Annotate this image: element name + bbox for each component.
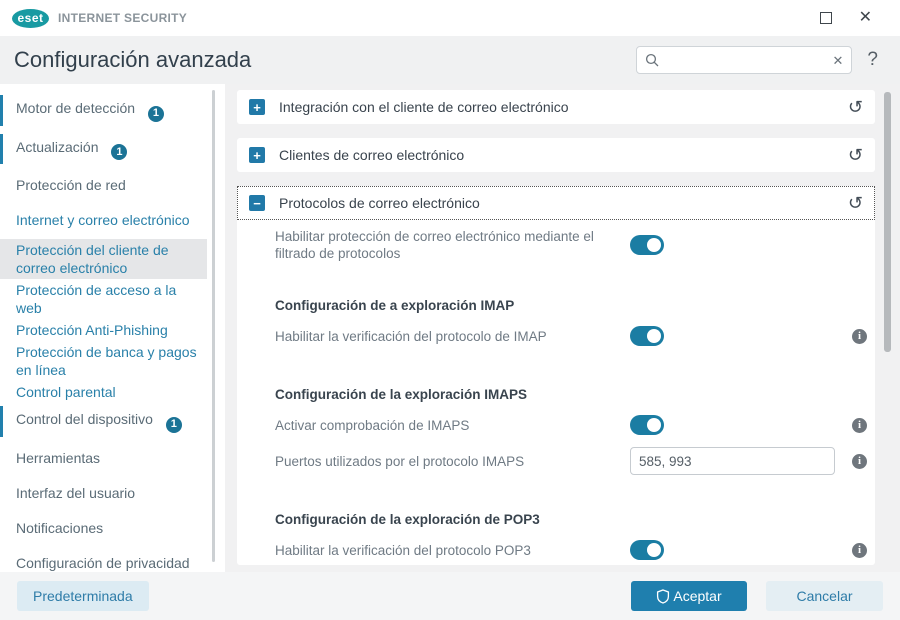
setting-row: Habilitar la verificación del protocolo … xyxy=(275,535,867,565)
sidebar-item-label: Protección Anti-Phishing xyxy=(16,322,168,338)
shield-icon xyxy=(657,588,670,604)
sidebar-item[interactable]: Interfaz del usuario xyxy=(0,477,207,510)
info-icon[interactable]: i xyxy=(852,453,867,469)
eset-logo: eset xyxy=(12,8,49,28)
maximize-icon[interactable] xyxy=(819,12,832,24)
revert-icon[interactable]: ↺ xyxy=(848,194,863,212)
sidebar-item-label: Control parental xyxy=(16,384,116,400)
settings-section: + Clientes de correo electrónico ↺ xyxy=(237,138,875,172)
info-icon[interactable]: i xyxy=(852,542,867,558)
toggle-switch[interactable] xyxy=(630,540,664,560)
section-body: Habilitar protección de correo electróni… xyxy=(237,228,875,565)
sidebar-item-label: Interfaz del usuario xyxy=(16,484,136,501)
sidebar-item-label: Control del dispositivo xyxy=(16,411,153,427)
info-icon[interactable]: i xyxy=(852,417,867,433)
subsection-header: Configuración de a exploración IMAP xyxy=(275,298,515,313)
attention-bar-icon xyxy=(0,95,3,126)
help-icon[interactable]: ? xyxy=(867,49,878,71)
default-button[interactable]: Predeterminada xyxy=(17,581,149,611)
subsection-header: Configuración de la exploración de POP3 xyxy=(275,512,540,527)
sidebar-nav: Motor de detección 1 Actualización 1 Pro… xyxy=(0,92,225,580)
sidebar-item[interactable]: Protección del cliente de correo electró… xyxy=(0,239,207,279)
sidebar: Motor de detección 1 Actualización 1 Pro… xyxy=(0,84,225,572)
sidebar-item-badge: 1 xyxy=(165,416,182,433)
section-header[interactable]: + Clientes de correo electrónico ↺ xyxy=(237,138,875,172)
sidebar-item[interactable]: Protección de banca y pagos en línea xyxy=(0,341,207,381)
section-title: Integración con el cliente de correo ele… xyxy=(279,99,569,115)
content-scrollbar[interactable] xyxy=(884,92,891,352)
sidebar-item[interactable]: Control parental xyxy=(0,381,207,403)
accept-button-label: Aceptar xyxy=(673,588,722,604)
search-input[interactable] xyxy=(665,51,827,69)
sidebar-item-label: Motor de detección xyxy=(16,100,136,116)
sidebar-item-label: Protección de acceso a la web xyxy=(16,282,177,316)
setting-label: Habilitar la verificación del protocolo … xyxy=(275,328,547,344)
sidebar-item[interactable]: Control del dispositivo 1 xyxy=(0,403,207,440)
accept-button[interactable]: Aceptar xyxy=(631,581,747,611)
toggle-switch[interactable] xyxy=(630,415,664,435)
sidebar-item[interactable]: Actualización 1 xyxy=(0,131,207,168)
settings-section: + Integración con el cliente de correo e… xyxy=(237,90,875,124)
sidebar-item-label: Protección de red xyxy=(16,177,126,193)
clear-search-icon[interactable]: ✕ xyxy=(833,54,844,67)
revert-icon[interactable]: ↺ xyxy=(848,146,863,164)
attention-bar-icon xyxy=(0,133,3,164)
sidebar-item-label: Notificaciones xyxy=(16,519,104,536)
sidebar-item[interactable]: Internet y correo electrónico xyxy=(0,204,207,237)
search-box[interactable]: ✕ xyxy=(636,46,853,74)
attention-bar-icon xyxy=(0,406,3,437)
section-title: Protocolos de correo electrónico xyxy=(279,195,480,211)
toggle-switch[interactable] xyxy=(630,235,664,255)
setting-label: Puertos utilizados por el protocolo IMAP… xyxy=(275,453,525,469)
sidebar-item[interactable]: Notificaciones xyxy=(0,512,207,545)
expand-collapse-icon[interactable]: + xyxy=(249,147,265,163)
setting-label: Habilitar la verificación del protocolo … xyxy=(275,542,531,558)
setting-label: Habilitar protección de correo electróni… xyxy=(275,229,594,261)
settings-content: + Integración con el cliente de correo e… xyxy=(225,84,900,572)
setting-row: Habilitar protección de correo electróni… xyxy=(275,228,867,262)
toggle-knob-icon xyxy=(647,238,661,252)
section-header[interactable]: − Protocolos de correo electrónico ↺ xyxy=(237,186,875,220)
settings-section: − Protocolos de correo electrónico ↺ Hab… xyxy=(237,186,875,565)
toggle-switch[interactable] xyxy=(630,326,664,346)
sidebar-item-label: Protección del cliente de correo electró… xyxy=(16,242,169,276)
sidebar-item[interactable]: Protección de acceso a la web xyxy=(0,279,207,319)
page-title: Configuración avanzada xyxy=(14,47,252,72)
setting-row: Activar comprobación de IMAPS i xyxy=(275,410,867,440)
sidebar-item[interactable]: Herramientas xyxy=(0,442,207,475)
sidebar-item-badge: 1 xyxy=(147,105,164,122)
section-list: + Integración con el cliente de correo e… xyxy=(237,90,875,565)
sidebar-item[interactable]: Configuración de privacidad xyxy=(0,547,207,580)
expand-collapse-icon[interactable]: − xyxy=(249,195,265,211)
sidebar-item-label: Protección de banca y pagos en línea xyxy=(16,344,197,378)
cancel-button[interactable]: Cancelar xyxy=(766,581,883,611)
toggle-knob-icon xyxy=(647,418,661,432)
sidebar-item-label: Configuración de privacidad xyxy=(16,554,190,571)
search-icon xyxy=(646,53,659,67)
section-header[interactable]: + Integración con el cliente de correo e… xyxy=(237,90,875,124)
sidebar-item[interactable]: Protección Anti-Phishing xyxy=(0,319,207,341)
sidebar-item[interactable]: Protección de red xyxy=(0,169,207,202)
setting-row: Habilitar la verificación del protocolo … xyxy=(275,321,867,351)
sidebar-item-label: Herramientas xyxy=(16,449,101,466)
ports-input[interactable] xyxy=(630,447,835,475)
product-name: INTERNET SECURITY xyxy=(58,11,188,25)
sidebar-item-label: Internet y correo electrónico xyxy=(16,212,190,228)
info-icon[interactable]: i xyxy=(852,328,867,344)
revert-icon[interactable]: ↺ xyxy=(848,98,863,116)
sidebar-item[interactable]: Motor de detección 1 xyxy=(0,92,207,129)
subsection-header: Configuración de la exploración IMAPS xyxy=(275,387,528,402)
titlebar: eset INTERNET SECURITY ✕ xyxy=(0,0,900,36)
sidebar-item-label: Actualización xyxy=(16,138,99,155)
close-icon[interactable]: ✕ xyxy=(859,10,872,26)
expand-collapse-icon[interactable]: + xyxy=(249,99,265,115)
setting-row: Puertos utilizados por el protocolo IMAP… xyxy=(275,446,867,476)
sidebar-scrollbar[interactable] xyxy=(212,90,215,562)
page-header: Configuración avanzada ✕ ? xyxy=(0,36,900,84)
toggle-knob-icon xyxy=(647,329,661,343)
section-title: Clientes de correo electrónico xyxy=(279,147,465,163)
setting-label: Activar comprobación de IMAPS xyxy=(275,417,470,433)
toggle-knob-icon xyxy=(647,543,661,557)
sidebar-item-badge: 1 xyxy=(111,144,128,160)
